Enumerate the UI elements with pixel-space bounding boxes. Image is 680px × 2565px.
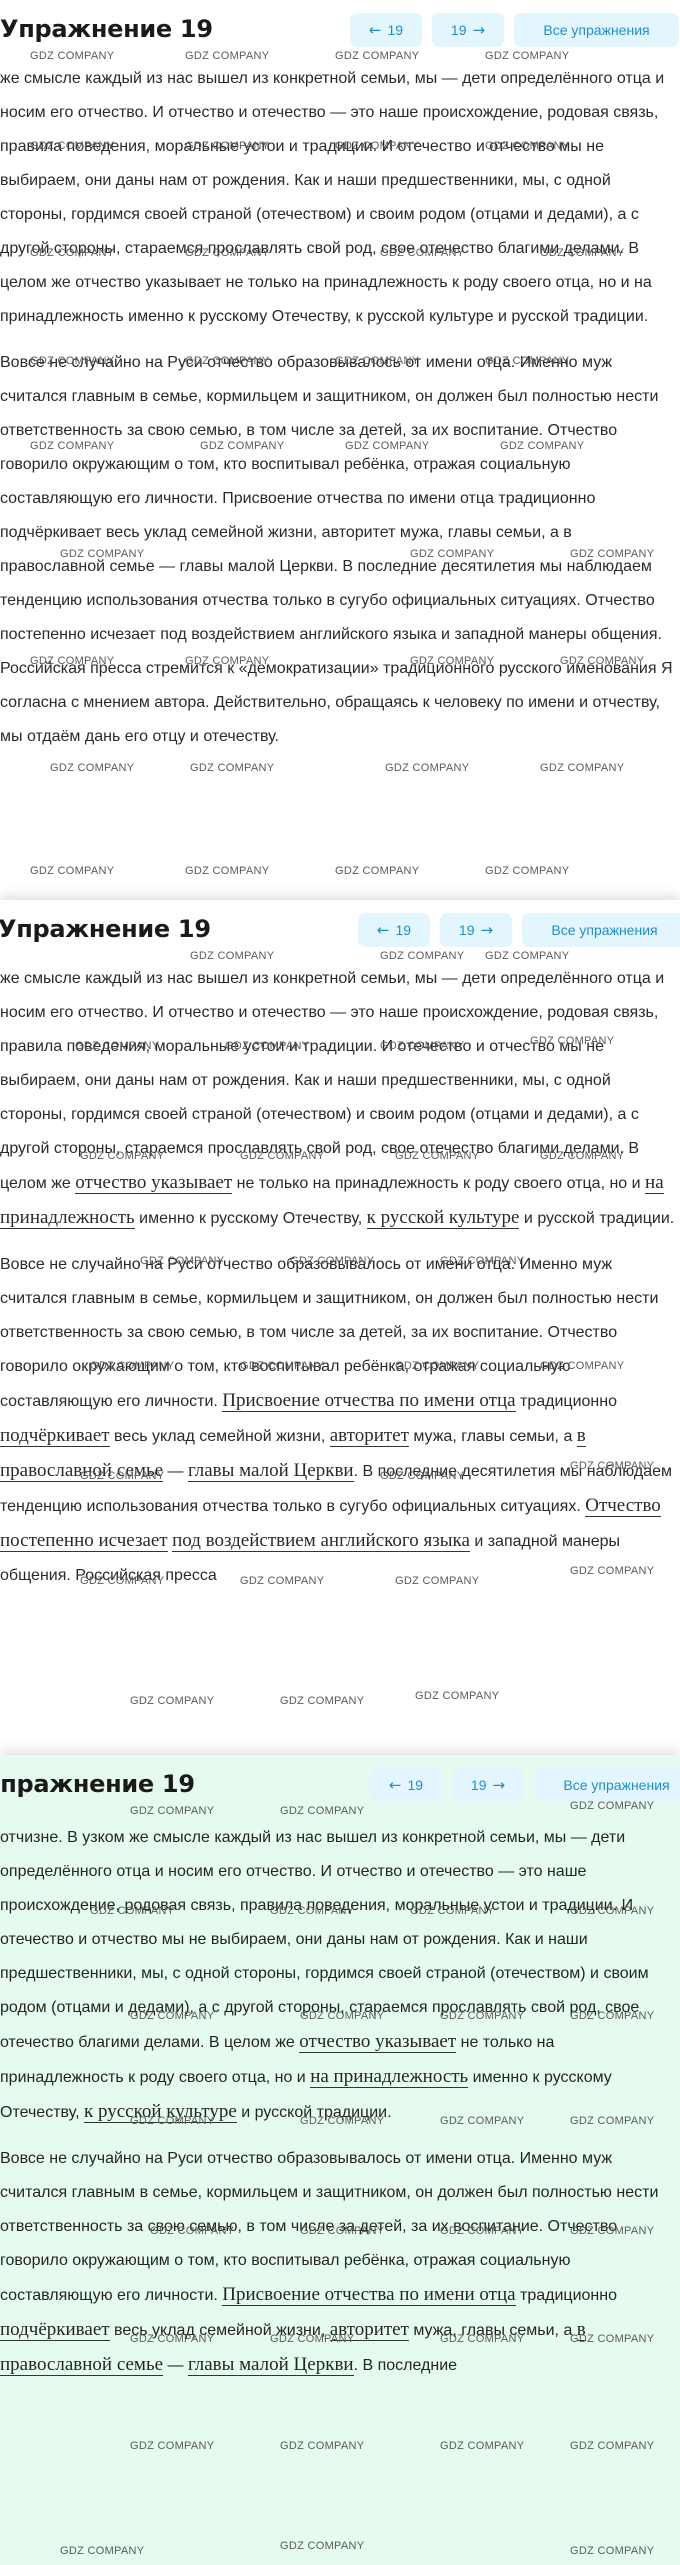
highlighted-phrase: к русской культуре	[366, 1207, 520, 1229]
watermark: GDZ COMPANY	[60, 2545, 145, 2557]
watermark: GDZ COMPANY	[280, 2440, 365, 2452]
answer-paragraph: же смысле каждый из нас вышел из конкрет…	[0, 962, 680, 1236]
watermark: GDZ COMPANY	[385, 762, 470, 774]
highlighted-phrase: авторитет	[329, 1425, 409, 1447]
exercise-header: Упражнение 19 ← 19 19 → Все упражнения	[0, 0, 680, 56]
exercise-nav: ← 19 19 → Все упражнения	[350, 13, 679, 47]
text-run: —	[163, 2357, 188, 2374]
arrow-left-icon: ←	[368, 21, 382, 39]
highlighted-phrase: на принадлежность	[310, 2066, 469, 2088]
next-exercise-button[interactable]: 19 →	[440, 913, 512, 947]
all-exercises-button[interactable]: Все упражнения	[522, 913, 680, 947]
watermark: GDZ COMPANY	[485, 865, 570, 877]
highlighted-phrase: отчество указывает	[75, 1172, 233, 1194]
exercise-title: Упражнение 19	[0, 1770, 195, 1798]
watermark: GDZ COMPANY	[570, 2440, 655, 2452]
text-run: мужа, главы семьи, а	[408, 2322, 577, 2339]
watermark: GDZ COMPANY	[190, 762, 275, 774]
next-exercise-label: 19	[458, 922, 475, 938]
text-run: и русской традиции.	[519, 1210, 675, 1227]
watermark: GDZ COMPANY	[130, 2440, 215, 2452]
all-exercises-button[interactable]: Все упражнения	[514, 13, 679, 47]
highlighted-phrase: главы малой Церкви	[187, 1460, 354, 1482]
answer-text: отчизне. В узком же смысле каждый из нас…	[0, 1821, 680, 2383]
text-run: традиционно	[515, 1393, 617, 1410]
arrow-left-icon: ←	[388, 1776, 402, 1794]
answer-text: же смысле каждый из нас вышел из конкрет…	[0, 962, 680, 1593]
answer-paragraph: отчизне. В узком же смысле каждый из нас…	[0, 1821, 680, 2130]
prev-exercise-label: 19	[407, 1777, 424, 1793]
watermark: GDZ COMPANY	[185, 865, 270, 877]
highlighted-phrase: к русской культуре	[83, 2101, 237, 2123]
highlighted-phrase: отчество указывает	[299, 2031, 457, 2053]
next-exercise-button[interactable]: 19 →	[432, 13, 504, 47]
exercise-header: Упражнение 19 ← 19 19 → Все упражнения	[0, 1755, 680, 1811]
exercise-panel-3: Упражнение 19 ← 19 19 → Все упражнения о…	[0, 1755, 680, 2565]
exercise-title: Упражнение 19	[0, 915, 211, 943]
arrow-right-icon: →	[492, 1776, 506, 1794]
next-exercise-button[interactable]: 19 →	[452, 1768, 524, 1802]
exercise-nav: ← 19 19 → Все упражнения	[358, 913, 680, 947]
text-run: . В последние	[353, 2357, 458, 2374]
arrow-left-icon: ←	[376, 921, 390, 939]
text-run: —	[163, 1463, 188, 1480]
answer-paragraph: же смысле каждый из нас вышел из конкрет…	[0, 70, 665, 325]
next-exercise-label: 19	[470, 1777, 487, 1793]
watermark: GDZ COMPANY	[570, 2545, 655, 2557]
highlighted-phrase: Присвоение отчества по имени отца	[222, 1390, 516, 1412]
answer-paragraph: Вовсе не случайно на Руси отчество образ…	[0, 1248, 680, 1593]
watermark: GDZ COMPANY	[50, 762, 135, 774]
watermark: GDZ COMPANY	[415, 1690, 500, 1702]
watermark: GDZ COMPANY	[30, 865, 115, 877]
arrow-right-icon: →	[480, 921, 494, 939]
watermark: GDZ COMPANY	[335, 865, 420, 877]
answer-paragraph: Вовсе не случайно на Руси отчество образ…	[0, 2142, 680, 2383]
exercise-title: Упражнение 19	[0, 15, 213, 43]
exercise-header: Упражнение 19 ← 19 19 → Все упражнения	[0, 900, 680, 956]
highlighted-phrase: подчёркивает	[0, 1425, 110, 1447]
text-run: же смысле каждый из нас вышел из конкрет…	[0, 970, 665, 1192]
exercise-panel-1: Упражнение 19 ← 19 19 → Все упражнения ж…	[0, 0, 680, 900]
text-run: не только на принадлежность к роду своег…	[232, 1175, 646, 1192]
exercise-panel-2: Упражнение 19 ← 19 19 → Все упражнения ж…	[0, 900, 680, 1755]
highlighted-phrase: главы малой Церкви	[187, 2354, 354, 2376]
highlighted-phrase: подчёркивает	[0, 2319, 110, 2341]
highlighted-phrase: авторитет	[329, 2319, 409, 2341]
watermark: GDZ COMPANY	[280, 2540, 365, 2552]
answer-text: же смысле каждый из нас вышел из конкрет…	[0, 62, 680, 754]
text-run: Вовсе не случайно на Руси отчество образ…	[0, 1256, 659, 1410]
text-run: мужа, главы семьи, а	[408, 1428, 577, 1445]
watermark: GDZ COMPANY	[540, 762, 625, 774]
prev-exercise-label: 19	[387, 22, 404, 38]
prev-exercise-button[interactable]: ← 19	[370, 1768, 442, 1802]
answer-paragraph: Вовсе не случайно на Руси отчество образ…	[0, 354, 673, 745]
text-run: именно к русскому Отечеству,	[134, 1210, 367, 1227]
text-run: Вовсе не случайно на Руси отчество образ…	[0, 2150, 659, 2304]
text-run: и русской традиции.	[236, 2104, 392, 2121]
text-run: традиционно	[515, 2287, 617, 2304]
watermark: GDZ COMPANY	[280, 1695, 365, 1707]
prev-exercise-label: 19	[395, 922, 412, 938]
text-run: весь уклад семейной жизни,	[109, 2322, 330, 2339]
watermark: GDZ COMPANY	[130, 1695, 215, 1707]
arrow-right-icon: →	[472, 21, 486, 39]
prev-exercise-button[interactable]: ← 19	[358, 913, 430, 947]
text-run: весь уклад семейной жизни,	[109, 1428, 330, 1445]
highlighted-phrase: Присвоение отчества по имени отца	[222, 2284, 516, 2306]
text-run: отчизне. В узком же смысле каждый из нас…	[0, 1829, 649, 2051]
exercise-nav: ← 19 19 → Все упражнения	[370, 1768, 680, 1802]
prev-exercise-button[interactable]: ← 19	[350, 13, 422, 47]
highlighted-phrase: под воздействием английского языка	[172, 1530, 470, 1552]
next-exercise-label: 19	[450, 22, 467, 38]
watermark: GDZ COMPANY	[440, 2440, 525, 2452]
all-exercises-button[interactable]: Все упражнения	[534, 1768, 680, 1802]
